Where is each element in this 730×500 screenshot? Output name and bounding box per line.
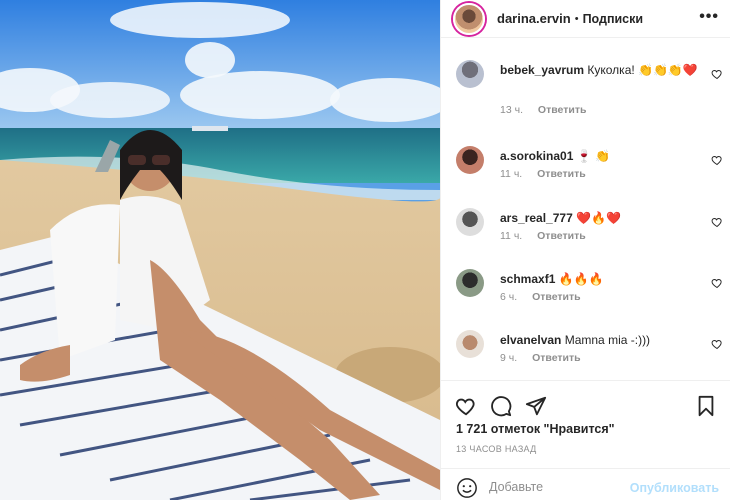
commenter-avatar[interactable] (456, 60, 484, 88)
post-side-panel: darina.ervin • Подписки ••• bebek_yavrum… (440, 0, 730, 500)
comment-body: 🔥🔥🔥 (558, 272, 604, 286)
like-comment-heart-icon[interactable] (711, 68, 723, 80)
commenter-username[interactable]: a.sorokina01 (500, 149, 573, 163)
comment-time: 13 ч. (500, 104, 523, 116)
author-avatar[interactable] (453, 2, 485, 35)
comment-body: Куколка! 👏👏👏❤️ (587, 63, 698, 77)
reply-button[interactable]: Ответить (532, 352, 581, 364)
comment-item: ars_real_777 ❤️🔥❤️ 11 ч. Ответить (441, 198, 730, 258)
comment-item: a.sorokina01 🍷 👏 11 ч. Ответить (441, 136, 730, 196)
comment-text-line: bebek_yavrum Куколка! 👏👏👏❤️ (500, 62, 700, 78)
commenter-avatar[interactable] (456, 208, 484, 236)
comment-meta: 6 ч. Ответить (500, 291, 581, 303)
like-heart-icon[interactable] (455, 395, 477, 417)
like-comment-heart-icon[interactable] (711, 216, 723, 228)
share-paper-plane-icon[interactable] (525, 395, 547, 417)
comment-meta: 11 ч. Ответить (500, 168, 586, 180)
like-comment-heart-icon[interactable] (711, 338, 723, 350)
reply-button[interactable]: Ответить (537, 230, 586, 242)
commenter-avatar[interactable] (456, 146, 484, 174)
reply-button[interactable]: Ответить (538, 104, 587, 116)
commenter-username[interactable]: schmaxf1 (500, 272, 555, 286)
reply-button[interactable]: Ответить (532, 291, 581, 303)
publish-button[interactable]: Опубликовать (630, 481, 719, 495)
author-username[interactable]: darina.ervin (497, 11, 571, 26)
comment-body: Mamna mia -:))) (564, 333, 651, 347)
post-photo[interactable] (0, 0, 440, 500)
commenter-avatar[interactable] (456, 269, 484, 297)
comment-text-line: ars_real_777 ❤️🔥❤️ (500, 210, 700, 226)
comment-text-line: elvanelvan Mamna mia -:))) (500, 332, 700, 348)
commenter-avatar[interactable] (456, 330, 484, 358)
save-bookmark-icon[interactable] (695, 395, 717, 417)
likes-count[interactable]: 1 721 отметок "Нравится" (456, 422, 615, 436)
more-options-icon[interactable]: ••• (699, 8, 719, 26)
comment-meta: 11 ч. Ответить (500, 230, 586, 242)
comment-time: 6 ч. (500, 291, 518, 303)
follow-status-button[interactable]: Подписки (583, 12, 644, 26)
reply-button[interactable]: Ответить (537, 168, 586, 180)
comment-item: bebek_yavrum Куколка! 👏👏👏❤️ 13 ч. Ответи… (441, 50, 730, 116)
commenter-username[interactable]: bebek_yavrum (500, 63, 584, 77)
post-header: darina.ervin • Подписки ••• (441, 0, 730, 38)
comment-item: schmaxf1 🔥🔥🔥 6 ч. Ответить (441, 259, 730, 319)
comment-time: 9 ч. (500, 352, 518, 364)
comment-text-line: a.sorokina01 🍷 👏 (500, 148, 700, 164)
add-comment-bar: Опубликовать (441, 468, 730, 500)
like-comment-heart-icon[interactable] (711, 154, 723, 166)
comment-body: ❤️🔥❤️ (576, 211, 621, 225)
comment-meta: 13 ч. Ответить (500, 104, 586, 116)
comment-bubble-icon[interactable] (490, 395, 512, 417)
comment-time: 11 ч. (500, 168, 523, 180)
emoji-smiley-icon[interactable] (456, 477, 478, 499)
beach-photo-image (0, 0, 440, 500)
comment-body: 🍷 👏 (576, 149, 610, 163)
comment-meta: 9 ч. Ответить (500, 352, 581, 364)
commenter-username[interactable]: ars_real_777 (500, 211, 573, 225)
commenter-username[interactable]: elvanelvan (500, 333, 561, 347)
comment-time: 11 ч. (500, 230, 523, 242)
header-separator: • (574, 12, 579, 25)
like-comment-heart-icon[interactable] (711, 277, 723, 289)
post-time-ago[interactable]: 13 ЧАСОВ НАЗАД (456, 444, 537, 454)
comment-item: elvanelvan Mamna mia -:))) 9 ч. Ответить (441, 320, 730, 380)
comment-text-line: schmaxf1 🔥🔥🔥 (500, 271, 700, 287)
